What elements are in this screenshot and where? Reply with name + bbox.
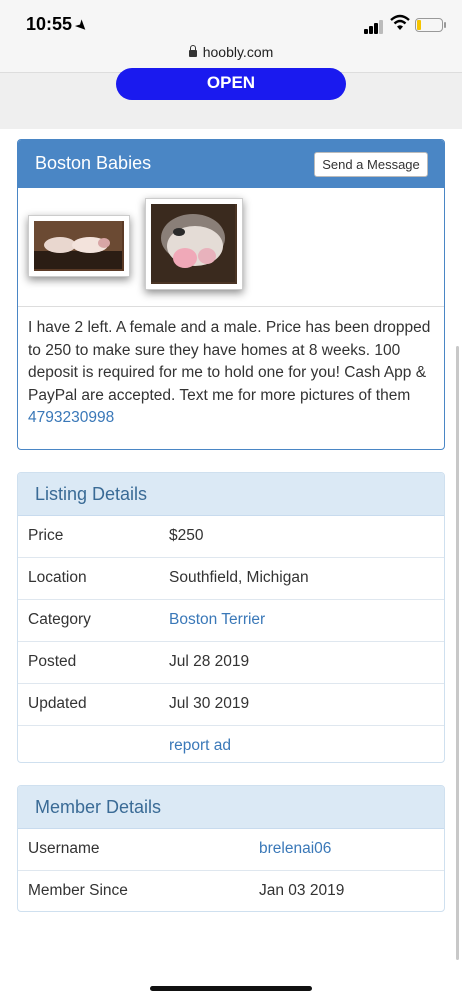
send-message-button[interactable]: Send a Message (314, 152, 428, 177)
status-time: 10:55➤ (26, 14, 91, 35)
cellular-signal-icon (364, 18, 386, 34)
listing-title: Boston Babies (35, 153, 152, 173)
listing-details-header: Listing Details (18, 473, 444, 516)
member-details-title: Member Details (35, 797, 162, 817)
battery-icon (415, 18, 446, 32)
location-arrow-icon: ➤ (72, 16, 92, 35)
table-row: report ad (18, 726, 444, 762)
posted-label: Posted (28, 653, 77, 670)
wifi-icon (390, 14, 410, 30)
puppy-photo-2[interactable] (145, 198, 243, 290)
location-label: Location (28, 569, 87, 586)
listing-header: Boston Babies Send a Message (18, 140, 444, 188)
lock-icon (188, 45, 197, 57)
table-row: Price $250 (18, 516, 444, 558)
home-indicator[interactable] (150, 986, 312, 991)
price-label: Price (28, 527, 64, 544)
username-link[interactable]: brelenai06 (259, 840, 331, 858)
updated-label: Updated (28, 695, 87, 712)
posted-value: Jul 28 2019 (169, 653, 250, 670)
price-value: $250 (169, 527, 204, 544)
member-since-value: Jan 03 2019 (259, 882, 345, 899)
time-text: 10:55 (26, 14, 73, 34)
report-ad-link[interactable]: report ad (169, 737, 231, 755)
listing-details-panel: Listing Details Price $250 Location Southf… (17, 472, 445, 763)
table-row: Location Southfield, Michigan (18, 558, 444, 600)
category-link[interactable]: Boston Terrier (169, 611, 265, 629)
table-row: Updated Jul 30 2019 (18, 684, 444, 726)
member-details-header: Member Details (18, 786, 444, 829)
listing-panel: Boston Babies Send a Message I have 2 le… (17, 139, 445, 450)
updated-value: Jul 30 2019 (169, 695, 250, 712)
username-label: Username (28, 840, 100, 857)
location-value: Southfield, Michigan (169, 569, 309, 586)
table-row: Posted Jul 28 2019 (18, 642, 444, 684)
table-row: Category Boston Terrier (18, 600, 444, 642)
status-bar: 10:55➤ hoobly.com (0, 0, 462, 72)
member-details-panel: Member Details Username brelenai06 Member… (17, 785, 445, 912)
category-label: Category (28, 611, 91, 628)
table-row: Member Since Jan 03 2019 (18, 871, 444, 911)
url-text: hoobly.com (202, 44, 274, 60)
member-since-label: Member Since (28, 882, 128, 899)
table-row: Username brelenai06 (18, 829, 444, 871)
puppy-photo-1[interactable] (28, 215, 130, 277)
listing-description: I have 2 left. A female and a male. Pric… (18, 307, 444, 442)
address-bar[interactable]: hoobly.com (0, 44, 462, 60)
phone-link[interactable]: 4793230998 (28, 409, 114, 426)
scrollbar[interactable] (456, 346, 459, 960)
photo-gallery (18, 188, 444, 307)
description-text: I have 2 left. A female and a male. Pric… (28, 319, 431, 404)
open-button[interactable]: OPEN (116, 68, 346, 100)
listing-details-title: Listing Details (35, 484, 148, 504)
